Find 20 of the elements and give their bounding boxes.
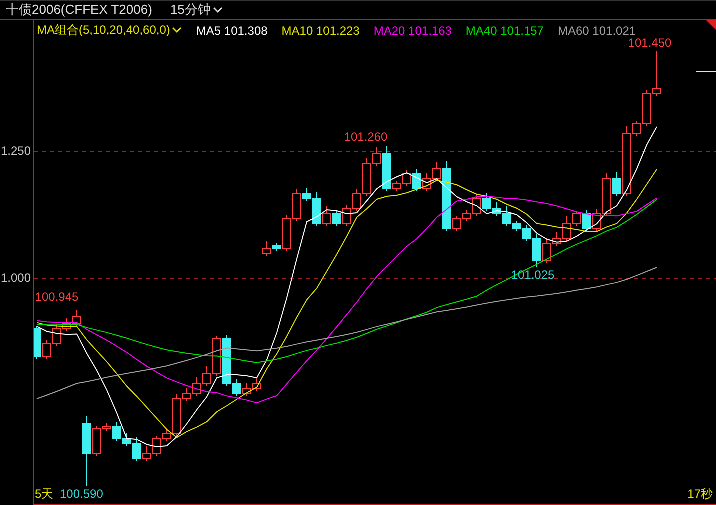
ma-legend-item: MA20 101.163	[374, 24, 452, 38]
chevron-down-icon	[212, 6, 223, 14]
chevron-down-icon	[172, 27, 182, 34]
price-label: 101.450	[628, 36, 672, 50]
price-label: 101.025	[511, 268, 555, 282]
range-label: 5天	[35, 487, 54, 501]
ma-legend-item: MA60 101.021	[558, 24, 636, 38]
ma-combo-selector[interactable]: MA组合(5,10,20,40,60,0)	[37, 22, 182, 39]
price-label: 100.590	[60, 487, 104, 501]
corner-marker-icon	[706, 20, 716, 30]
instrument-title: 十债2006(CFFEX T2006)	[6, 1, 152, 19]
ma-legend-item: MA10 101.223	[282, 24, 360, 38]
timeframe-dropdown[interactable]: 15分钟	[170, 1, 223, 19]
price-label: 100.945	[35, 290, 79, 304]
ma-legend-item: MA40 101.157	[466, 24, 544, 38]
countdown-label: 17秒	[688, 487, 713, 501]
price-label: 101.260	[344, 130, 388, 144]
axis-label: 1.000	[0, 271, 31, 285]
ma-legend-item: MA5 101.308	[196, 24, 268, 38]
axis-label: 1.250	[0, 144, 31, 158]
